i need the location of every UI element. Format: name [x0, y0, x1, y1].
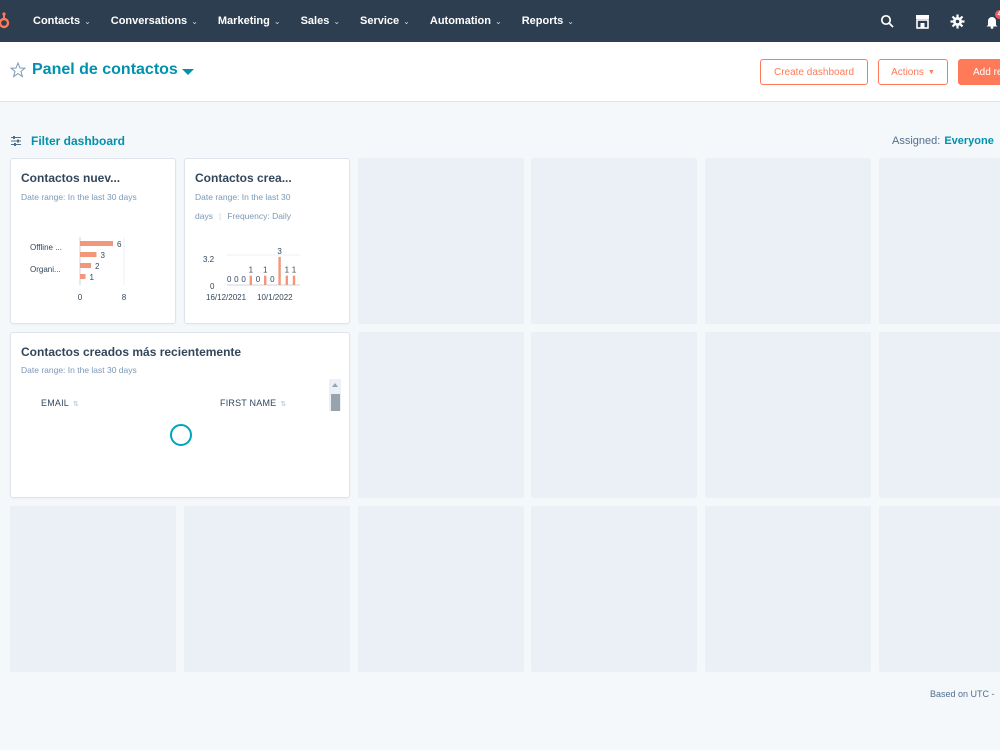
chart-category-label: Offline ...: [30, 243, 62, 252]
column-header-first-name[interactable]: FIRST NAME ⇅: [220, 398, 286, 408]
top-navigation: Contacts ⌄ Conversations ⌄ Marketing ⌄ Sale…: [0, 0, 1000, 42]
empty-grid-slot: [705, 332, 871, 498]
chart-category-label: Organi...: [30, 265, 61, 274]
assigned-filter[interactable]: Assigned: Everyone: [892, 135, 994, 147]
card-date-range: Date range: In the last 30 days: [21, 365, 137, 375]
nav-item-reports[interactable]: Reports ⌄: [522, 15, 574, 27]
page-title[interactable]: Panel de contactos: [32, 61, 178, 79]
chart-data-label: 1: [249, 266, 254, 275]
nav-item-contacts[interactable]: Contacts ⌄: [33, 15, 91, 27]
actions-button[interactable]: Actions ▼: [878, 59, 948, 85]
chevron-down-icon: ⌄: [191, 16, 198, 26]
nav-utility-icons: 4: [860, 0, 1000, 42]
scroll-up-arrow-icon[interactable]: [332, 383, 338, 387]
report-card-recent-contacts[interactable]: Contactos creados más recientemente Date…: [10, 332, 350, 498]
empty-grid-slot: [705, 158, 871, 324]
search-icon[interactable]: [879, 13, 895, 29]
column-header-email[interactable]: EMAIL ⇅: [41, 398, 79, 408]
chevron-down-icon: ⌄: [84, 16, 91, 26]
chart-data-label: 3: [101, 251, 106, 260]
chart-data-label: 0: [256, 275, 261, 284]
empty-grid-slot: [879, 332, 1000, 498]
chart-bar: [264, 275, 267, 285]
chart-data-label: 1: [292, 266, 297, 275]
empty-grid-slot: [531, 158, 697, 324]
empty-grid-slot: [531, 332, 697, 498]
scrollbar-thumb[interactable]: [331, 394, 340, 411]
dashboard-header: Panel de contactos Create dashboard Acti…: [0, 42, 1000, 102]
empty-grid-slot: [358, 158, 524, 324]
sort-icon: ⇅: [280, 400, 287, 408]
create-dashboard-button[interactable]: Create dashboard: [760, 59, 868, 85]
nav-item-marketing[interactable]: Marketing ⌄: [218, 15, 281, 27]
nav-item-conversations[interactable]: Conversations ⌄: [111, 15, 198, 27]
caret-down-icon[interactable]: [182, 69, 194, 75]
caret-down-icon: ▼: [927, 68, 935, 76]
bell-icon[interactable]: 4: [984, 9, 1000, 29]
card-date-range: Date range: In the last 30: [195, 192, 291, 202]
chart-tick-label: 8: [122, 293, 127, 302]
empty-grid-slot: [358, 506, 524, 672]
report-card-created-contacts[interactable]: Contactos crea... Date range: In the las…: [184, 158, 350, 324]
chart-bar: [80, 274, 86, 279]
chart-data-label: 1: [285, 266, 290, 275]
column-chart: 3.200 0 0101031 116/12/2021 10/1/2022: [203, 247, 300, 302]
hubspot-logo-icon[interactable]: [0, 11, 11, 31]
report-card-new-contacts[interactable]: Contactos nuev... Date range: In the las…: [10, 158, 176, 324]
sort-icon: ⇅: [73, 400, 80, 408]
chart-bar: [249, 275, 252, 285]
chart-bar: [278, 256, 281, 285]
empty-grid-slot: [705, 506, 871, 672]
assigned-value: Everyone: [944, 135, 994, 147]
chevron-down-icon: ⌄: [333, 16, 341, 26]
empty-grid-slot: [531, 506, 697, 672]
chart-bar: [80, 241, 113, 246]
empty-grid-slot: [879, 506, 1000, 672]
card-title[interactable]: Contactos crea...: [195, 171, 292, 185]
chart-data-label: 0: [241, 275, 246, 284]
marketplace-icon[interactable]: [914, 13, 930, 29]
favorite-star-icon[interactable]: [10, 62, 26, 78]
card-title[interactable]: Contactos creados más recientemente: [21, 345, 241, 359]
empty-grid-slot: [184, 506, 350, 672]
chart-data-label: 2: [95, 262, 100, 271]
nav-item-service[interactable]: Service ⌄: [360, 15, 410, 27]
chart-bar: [80, 263, 91, 268]
chart-data-label: 1: [263, 266, 268, 275]
chevron-down-icon: ⌄: [403, 16, 410, 26]
nav-item-automation[interactable]: Automation ⌄: [430, 15, 502, 27]
notification-badge: 4: [994, 9, 1000, 20]
timezone-note: Based on UTC -: [930, 689, 995, 699]
chart-bar: [285, 275, 288, 285]
empty-grid-slot: [879, 158, 1000, 324]
chevron-down-icon: ⌄: [567, 16, 574, 26]
chart-data-label: 0: [234, 275, 239, 284]
chevron-down-icon: ⌄: [273, 16, 281, 26]
chart-data-label: 3: [277, 247, 282, 256]
chart-data-label: 0: [270, 275, 275, 284]
chart-bar: [292, 275, 296, 285]
loading-spinner-icon: [170, 424, 192, 446]
card-title[interactable]: Contactos nuev...: [21, 171, 120, 185]
card-date-range: Date range: In the last 30 days: [21, 192, 137, 202]
empty-grid-slot: [358, 332, 524, 498]
chart-bar: [80, 252, 97, 257]
add-report-button[interactable]: Add report: [958, 59, 1000, 85]
chart-tick-label: 10/1/2022: [257, 293, 293, 302]
chart-tick-label: 0: [210, 282, 215, 291]
chart-data-label: 0: [227, 275, 232, 284]
nav-menu: Contacts ⌄ Conversations ⌄ Marketing ⌄ Sale…: [33, 0, 594, 42]
chart-data-label: 6: [117, 240, 122, 249]
card-date-range-frequency: days | Frequency: Daily: [195, 211, 291, 221]
chart-tick-label: 0: [78, 293, 83, 302]
nav-item-sales[interactable]: Sales ⌄: [301, 15, 340, 27]
gear-icon[interactable]: [949, 13, 965, 29]
filter-dashboard-link[interactable]: Filter dashboard: [10, 134, 125, 148]
chart-tick-label: 16/12/2021: [206, 293, 247, 302]
empty-grid-slot: [10, 506, 176, 672]
chart-tick-label: 3.2: [203, 255, 215, 264]
chart-data-label: 1: [90, 273, 95, 282]
filter-sliders-icon: [11, 136, 21, 146]
chevron-down-icon: ⌄: [494, 16, 502, 26]
